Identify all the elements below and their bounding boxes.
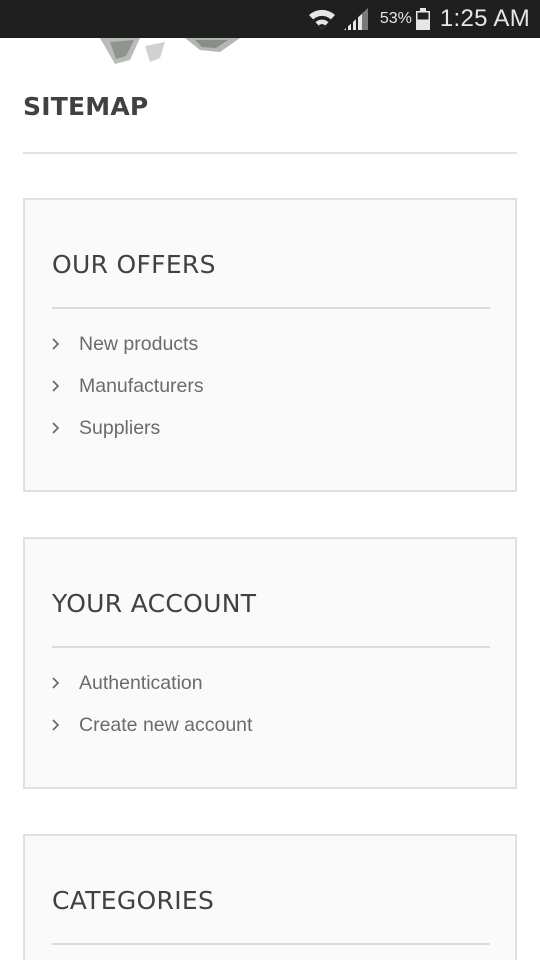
link-text[interactable]: Authentication	[79, 672, 203, 695]
link-text[interactable]: Manufacturers	[79, 375, 204, 398]
link-authentication[interactable]: Authentication	[51, 662, 252, 704]
section-title: OUR OFFERS	[52, 250, 216, 279]
product-image	[90, 38, 250, 68]
link-list: New products Manufacturers Suppliers	[51, 323, 204, 449]
chevron-right-icon	[51, 676, 65, 690]
battery-icon	[415, 8, 430, 30]
status-bar: 53% 1:25 AM	[0, 0, 540, 38]
signal-icon	[343, 8, 368, 30]
wifi-icon	[308, 7, 336, 31]
link-manufacturers[interactable]: Manufacturers	[51, 365, 204, 407]
chevron-right-icon	[51, 379, 65, 393]
section-your-account: YOUR ACCOUNT Authentication Create new a…	[23, 537, 517, 789]
link-list: Authentication Create new account	[51, 662, 252, 746]
section-title: CATEGORIES	[52, 886, 215, 915]
divider	[52, 646, 490, 648]
battery-percent: 53%	[379, 10, 412, 27]
link-suppliers[interactable]: Suppliers	[51, 407, 204, 449]
page-title: SITEMAP	[23, 92, 149, 121]
link-text[interactable]: New products	[79, 333, 198, 356]
chevron-right-icon	[51, 718, 65, 732]
link-text[interactable]: Create new account	[79, 714, 252, 737]
divider	[52, 307, 490, 309]
clock: 1:25 AM	[439, 5, 530, 32]
divider	[23, 152, 517, 154]
section-title: YOUR ACCOUNT	[52, 589, 257, 618]
chevron-right-icon	[51, 337, 65, 351]
link-text[interactable]: Suppliers	[79, 417, 160, 440]
section-categories: CATEGORIES	[23, 834, 517, 960]
divider	[52, 943, 490, 945]
link-new-products[interactable]: New products	[51, 323, 204, 365]
chevron-right-icon	[51, 421, 65, 435]
section-our-offers: OUR OFFERS New products Manufacturers Su…	[23, 198, 517, 492]
link-create-account[interactable]: Create new account	[51, 704, 252, 746]
